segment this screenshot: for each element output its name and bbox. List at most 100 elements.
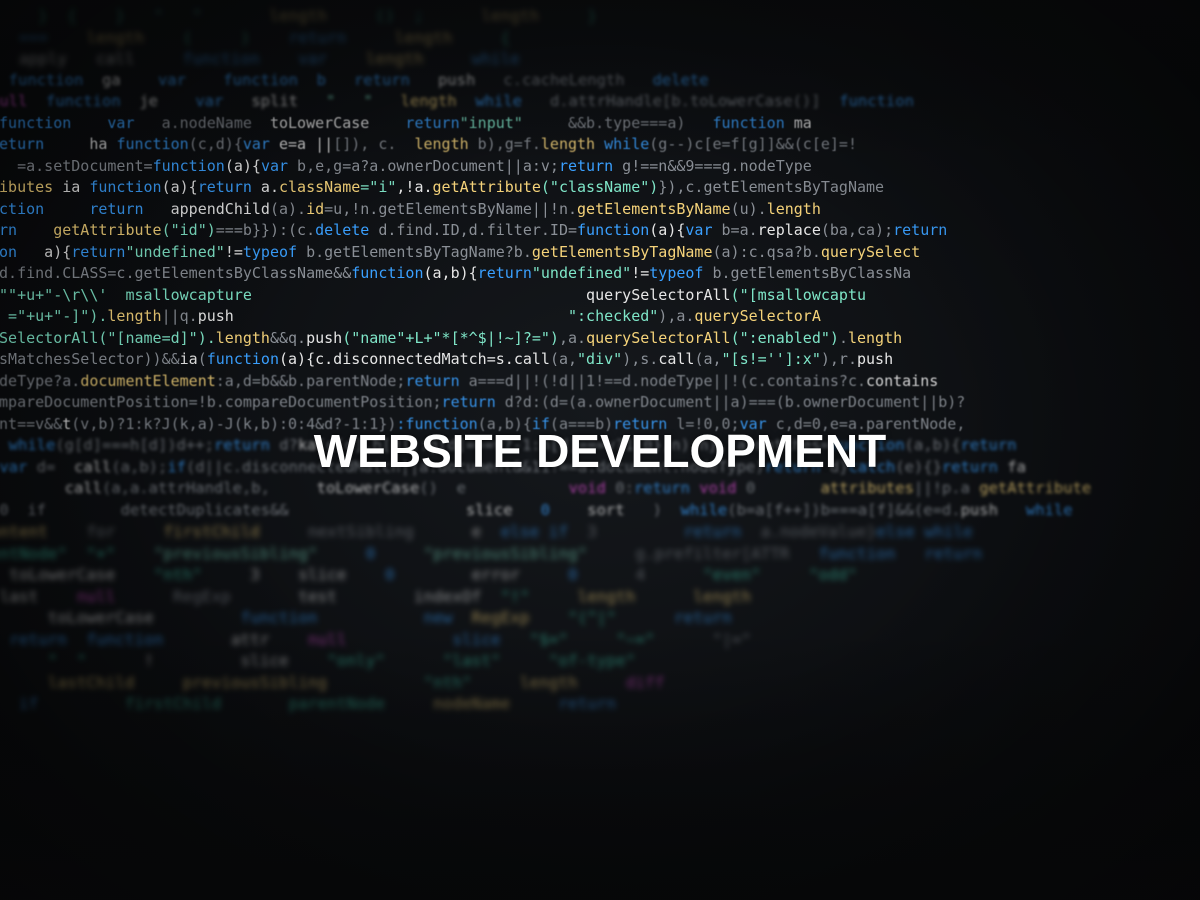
code-token: function <box>116 135 189 153</box>
code-token: return <box>633 479 690 497</box>
code-token: querySelect <box>820 242 921 261</box>
code-token: previousSibling <box>153 672 347 692</box>
code-token: 0: <box>605 479 634 497</box>
code-token: slice <box>456 500 522 519</box>
code-token: "~=" <box>587 629 684 649</box>
code-token: return <box>905 543 983 563</box>
code-token: while <box>595 135 650 153</box>
code-token: push <box>857 350 894 368</box>
code-token: }),c.getElementsByTagName <box>658 178 885 196</box>
code-token: length <box>400 92 466 110</box>
code-token: "only" <box>307 651 405 670</box>
code-token: while <box>465 92 541 110</box>
code-token: ,!a. <box>396 178 433 196</box>
code-token: ha <box>71 135 117 153</box>
code-token: ) <box>633 500 681 519</box>
code-line: ion a){return"undefined"!=typeof b.getEl… <box>0 242 921 261</box>
code-token: return <box>441 393 496 411</box>
code-token: length <box>452 6 568 25</box>
code-token: length <box>540 135 596 153</box>
code-line: } { } " " length () ; length } <box>0 8 616 24</box>
code-token: ! <box>124 651 174 670</box>
code-token: function <box>351 264 424 282</box>
code-token: ompareDocumentPosition=!b.compareDocumen… <box>0 393 442 411</box>
code-line: nction return appendChild(a).id=u,!n.get… <box>0 199 821 218</box>
code-token: (a):c.qsa?b. <box>712 242 821 261</box>
code-token: "$=" <box>510 629 588 649</box>
code-token: toLowerCase <box>269 113 388 132</box>
code-token: (a). <box>269 199 307 218</box>
code-token: =a.setDocument= <box>0 156 153 175</box>
code-line: msMatchesSelector))&&ia(function(a){c.di… <box>0 352 893 367</box>
code-token: () e <box>419 479 485 497</box>
code-token: b.getElementsByClassNa <box>703 264 912 282</box>
code-token: je <box>129 92 177 110</box>
code-token: return <box>539 694 626 713</box>
code-token: attributes <box>811 479 914 497</box>
code-token: length <box>346 49 443 68</box>
code-token: :a,d=b&&b.parentNode; <box>215 371 406 390</box>
code-token: delete <box>315 221 370 239</box>
code-token: return <box>269 27 366 47</box>
code-token: ),s. <box>622 350 659 368</box>
code-token: push <box>960 500 998 519</box>
code-token: } <box>567 6 617 25</box>
code-token: &&b.type===a) <box>540 113 704 132</box>
code-token: call <box>86 49 154 68</box>
code-token: new <box>404 608 463 627</box>
code-token: a.nodeValue} <box>741 522 877 541</box>
code-token: ||q. <box>161 307 198 325</box>
code-line: function var a.nodeName toLowerCase retu… <box>0 113 821 132</box>
code-token: "odd" <box>779 565 877 584</box>
code-line: entNode" "+" "previousSibling" 0 "previo… <box>0 543 983 563</box>
code-token: odeType?a. <box>0 371 81 390</box>
code-token: "last" <box>404 651 520 670</box>
code-token: "undefined" <box>125 242 225 261</box>
code-token: call <box>658 350 695 368</box>
code-token: (a, <box>549 350 578 368</box>
code-token: getElementsByTagName <box>531 242 713 261</box>
code-token: appendChild <box>143 199 270 218</box>
code-token: toLowerCase <box>316 479 420 497</box>
code-token: "input" <box>459 113 541 132</box>
code-token: =""+u+"-\r\\' msallowcapture <box>0 285 252 304</box>
code-token: "undefined" <box>531 264 632 282</box>
code-line: ompareDocumentPosition=!b.compareDocumen… <box>0 395 965 410</box>
code-token: === <box>18 27 48 47</box>
code-token: indexOf <box>404 586 491 606</box>
code-token: last <box>0 586 39 606</box>
code-token: d.attrHandle[b.toLowerCase()] <box>540 92 840 110</box>
code-token: return <box>335 70 420 89</box>
code-token: g!==n&&9===g.nodeType <box>613 156 812 175</box>
code-token: b.getElementsByTagName?b. <box>297 242 532 261</box>
code-line: apply call function var length while <box>0 51 539 67</box>
code-line: odeType?a.documentElement:a,d=b&&b.paren… <box>0 371 938 390</box>
code-token: (a,b){ <box>423 264 478 282</box>
code-token: typeof <box>649 264 704 282</box>
code-token: msMatchesSelector))&& <box>0 350 180 368</box>
code-token: return <box>645 608 752 627</box>
code-token: ===b}}):(c. <box>215 221 316 239</box>
code-token: toLowerCase <box>0 565 135 584</box>
code-token: a.nodeName <box>143 113 270 132</box>
code-token: RegExp <box>462 608 540 627</box>
code-token: 0 if <box>0 500 102 519</box>
code-token: "of-type" <box>519 651 655 670</box>
code-token: split <box>232 92 317 110</box>
code-token: var <box>685 221 713 239</box>
code-token: (a,a.attrHandle,b, <box>101 479 317 497</box>
code-line: d.find.CLASS=c.getElementsByClassName&&f… <box>0 266 911 281</box>
code-token: function <box>153 49 289 68</box>
code-token: detectDuplicates&& <box>101 500 326 519</box>
code-token: a===d||!(!d||1!==d.nodeType||!(c.contain… <box>459 371 867 390</box>
code-token: (a){c.disconnectedMatch=s. <box>279 350 514 368</box>
code-token: &&q. <box>269 328 307 347</box>
code-token: ( <box>197 350 207 368</box>
code-token: function <box>27 92 130 110</box>
